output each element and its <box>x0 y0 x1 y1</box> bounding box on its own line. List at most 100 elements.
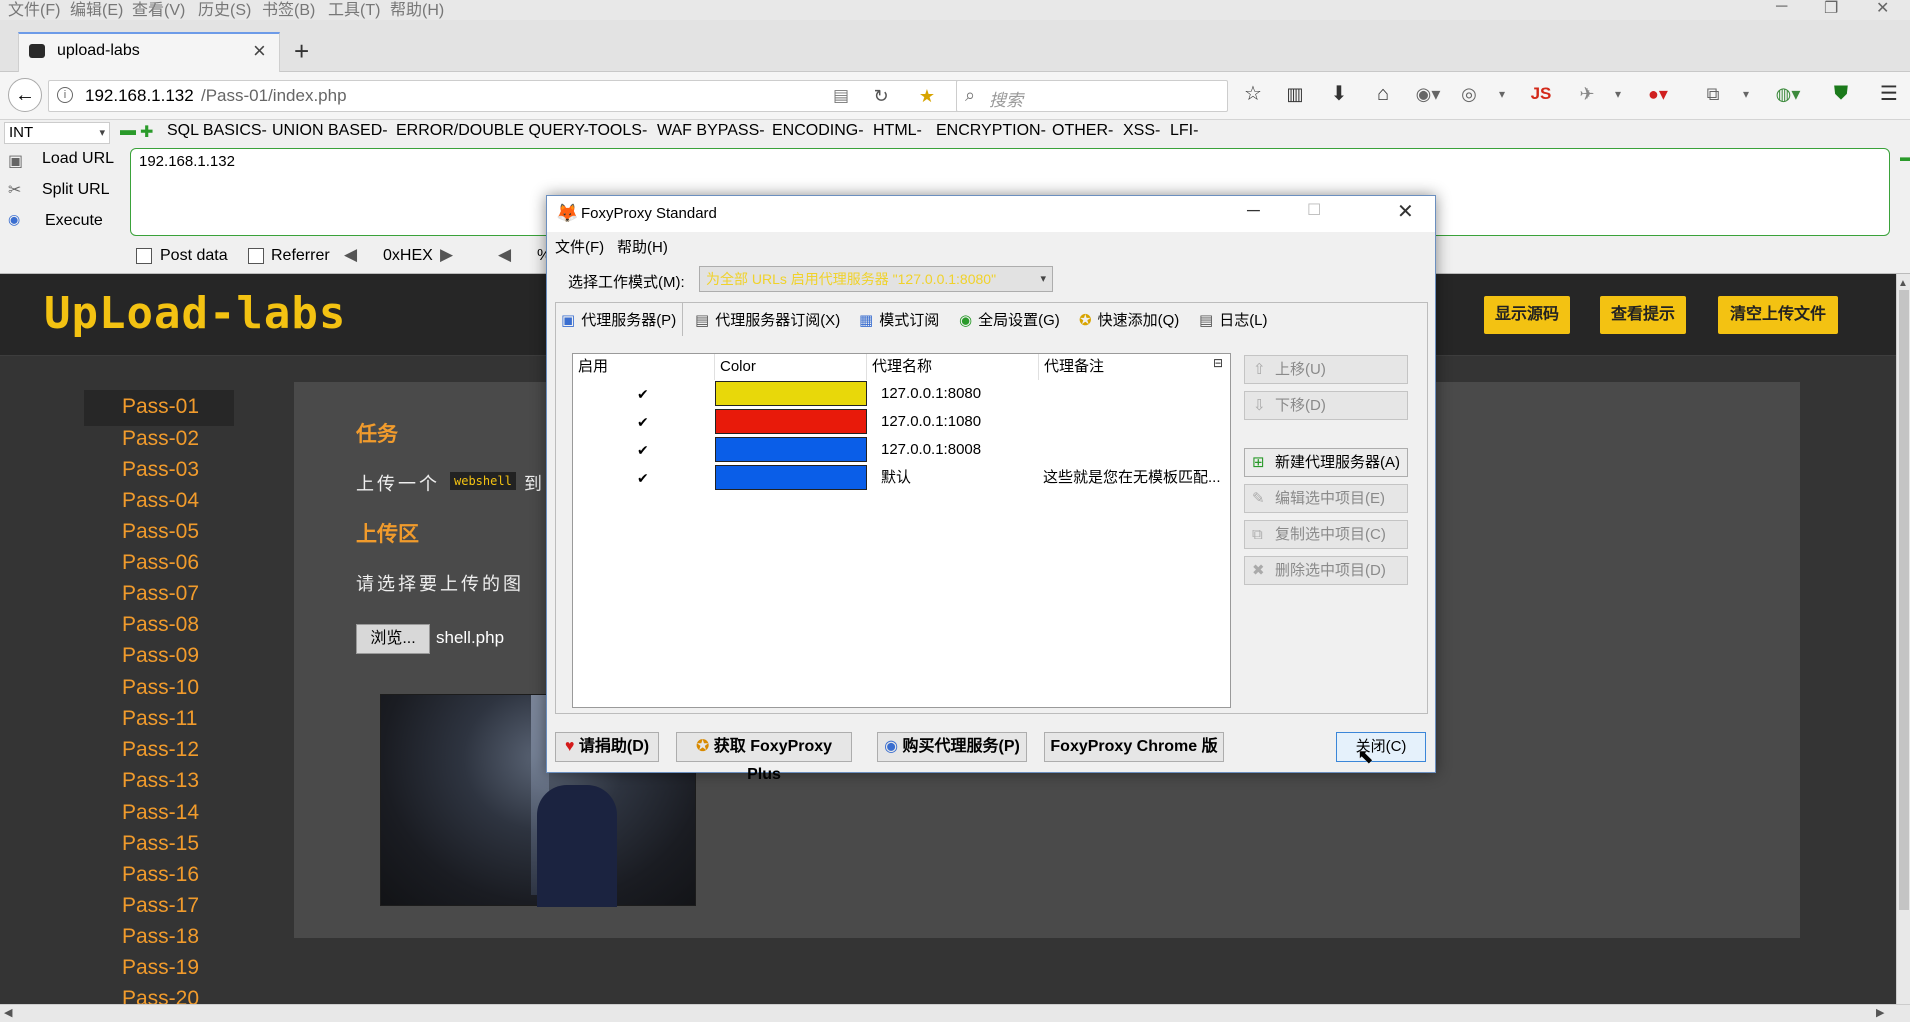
menu-encoding[interactable]: ENCODING- <box>772 122 864 140</box>
tab-pattern-subscriptions[interactable]: ▦ 模式订阅 <box>859 307 939 335</box>
dialog-close-icon[interactable]: ✕ <box>1397 199 1414 224</box>
menu-edit[interactable]: 编辑(E) <box>70 0 123 20</box>
pass-link[interactable]: Pass-10 <box>84 673 234 703</box>
execute-button[interactable]: Execute <box>45 212 103 230</box>
back-icon[interactable]: ← <box>8 78 42 112</box>
menu-xss[interactable]: XSS- <box>1123 122 1160 140</box>
pass-link[interactable]: Pass-19 <box>84 953 234 983</box>
palette-icon[interactable]: ◎ <box>1456 83 1482 105</box>
tab-proxy-subscriptions[interactable]: ▤ 代理服务器订阅(X) <box>695 307 840 335</box>
enabled-check[interactable]: ✔ <box>637 408 649 436</box>
pass-link[interactable]: Pass-18 <box>84 922 234 952</box>
menu-encryption[interactable]: ENCRYPTION- <box>936 122 1046 140</box>
search-input[interactable]: ⌕ 搜索 <box>956 80 1228 112</box>
pass-link[interactable]: Pass-17 <box>84 891 234 921</box>
bookmark-icon[interactable]: ☆ <box>1240 83 1266 105</box>
chrome-version-button[interactable]: FoxyProxy Chrome 版 <box>1044 732 1224 762</box>
proxy-row[interactable]: ✔ 127.0.0.1:8008 <box>573 436 1230 464</box>
menu-union-based[interactable]: UNION BASED- <box>272 122 388 140</box>
dialog-menu-help[interactable]: 帮助(H) <box>617 236 668 257</box>
column-note[interactable]: 代理备注 <box>1039 354 1209 380</box>
post-data-checkbox[interactable] <box>136 248 152 264</box>
site-logo[interactable]: UpLoad-labs <box>44 288 346 339</box>
hackbar-type-select[interactable]: INT ▾ <box>4 122 110 144</box>
bug-icon[interactable]: ✈ <box>1574 83 1600 105</box>
horizontal-scrollbar[interactable]: ◀ ▶ <box>0 1004 1910 1022</box>
pass-link[interactable]: Pass-07 <box>84 579 234 609</box>
browse-button[interactable]: 浏览... <box>356 624 430 654</box>
split-url-button[interactable]: Split URL <box>42 181 110 199</box>
column-color[interactable]: Color <box>715 354 867 380</box>
menu-other[interactable]: OTHER- <box>1052 122 1113 140</box>
shield-icon[interactable]: ⛊ <box>1828 83 1854 105</box>
menu-file[interactable]: 文件(F) <box>8 0 60 20</box>
arrow-left-icon[interactable]: ◀ <box>344 245 357 265</box>
pass-link[interactable]: Pass-20 <box>84 984 234 1004</box>
restore-icon[interactable]: ❐ <box>1824 0 1838 18</box>
enabled-check[interactable]: ✔ <box>637 436 649 464</box>
reader-icon[interactable]: ▤ <box>829 85 853 107</box>
menu-tools[interactable]: TOOLS- <box>588 122 647 140</box>
mode-select[interactable]: 为全部 URLs 启用代理服务器 "127.0.0.1:8080" ▾ <box>699 266 1053 292</box>
pass-link[interactable]: Pass-15 <box>84 829 234 859</box>
pass-link[interactable]: Pass-06 <box>84 548 234 578</box>
tab-global-settings[interactable]: ◉ 全局设置(G) <box>959 307 1060 335</box>
menu-error-double-query[interactable]: ERROR/DOUBLE QUERY- <box>396 122 589 140</box>
enabled-check[interactable]: ✔ <box>637 464 649 492</box>
menu-lfi[interactable]: LFI- <box>1170 122 1198 140</box>
menu-waf-bypass[interactable]: WAF BYPASS- <box>657 122 765 140</box>
referrer-checkbox[interactable] <box>248 248 264 264</box>
tab-quick-add[interactable]: ✪ 快速添加(Q) <box>1079 307 1179 335</box>
translate-icon[interactable]: ◍▾ <box>1770 83 1806 105</box>
globe-icon[interactable]: ◉▾ <box>1410 83 1446 105</box>
new-tab-icon[interactable]: + <box>294 36 309 67</box>
js-badge[interactable]: JS <box>1526 83 1556 105</box>
reload-icon[interactable]: ↻ <box>869 85 893 107</box>
minimize-icon[interactable]: ─ <box>1776 0 1787 16</box>
pass-link[interactable]: Pass-14 <box>84 798 234 828</box>
proxy-row[interactable]: ✔ 默认 这些就是您在无模板匹配... <box>573 464 1230 492</box>
new-proxy-button[interactable]: ⊞ 新建代理服务器(A) <box>1244 448 1408 477</box>
pass-link[interactable]: Pass-11 <box>84 704 234 734</box>
dropdown-icon[interactable]: ▾ <box>1738 83 1754 105</box>
enabled-check[interactable]: ✔ <box>637 380 649 408</box>
download-icon[interactable]: ⬇ <box>1326 83 1352 105</box>
pass-link[interactable]: Pass-01 <box>84 392 234 422</box>
arrow-right-icon[interactable]: ▶ <box>440 245 453 265</box>
pass-link[interactable]: Pass-09 <box>84 641 234 671</box>
column-enabled[interactable]: 启用 <box>573 354 715 380</box>
dialog-titlebar[interactable]: 🦊 FoxyProxy Standard ─ ☐ ✕ <box>547 196 1435 232</box>
show-source-button[interactable]: 显示源码 <box>1484 296 1570 334</box>
pass-link[interactable]: Pass-13 <box>84 766 234 796</box>
menu-tools[interactable]: 工具(T) <box>328 0 380 20</box>
scrollbar-thumb[interactable] <box>1899 290 1909 910</box>
pass-link[interactable]: Pass-16 <box>84 860 234 890</box>
vertical-scrollbar[interactable]: ▲ <box>1896 274 1910 1004</box>
url-bar[interactable]: i 192.168.1.132 /Pass-01/index.php ▤ ↻ ★ <box>48 80 968 112</box>
donate-button[interactable]: ♥ 请捐助(D) <box>555 732 659 762</box>
close-button[interactable]: 关闭(C) <box>1336 732 1426 762</box>
column-name[interactable]: 代理名称 <box>867 354 1039 380</box>
dialog-menu-file[interactable]: 文件(F) <box>555 236 604 257</box>
decrease-icon[interactable]: ▬ <box>120 122 136 140</box>
hamburger-menu-icon[interactable]: ☰ <box>1876 83 1902 105</box>
proxy-row[interactable]: ✔ 127.0.0.1:1080 <box>573 408 1230 436</box>
proxy-row[interactable]: ✔ 127.0.0.1:8080 <box>573 380 1230 408</box>
foxyproxy-icon[interactable]: ●▾ <box>1640 83 1676 105</box>
get-plus-button[interactable]: ✪ 获取 FoxyProxy Plus <box>676 732 852 783</box>
menu-view[interactable]: 查看(V) <box>132 0 185 20</box>
tab-upload-labs[interactable]: upload-labs × <box>18 32 280 72</box>
tab-proxies[interactable]: ▣ 代理服务器(P) <box>561 307 676 335</box>
increase-icon[interactable]: ✚ <box>140 122 153 142</box>
arrow-left-icon[interactable]: ◀ <box>498 245 511 265</box>
info-icon[interactable]: i <box>57 87 73 103</box>
clear-uploads-button[interactable]: 清空上传文件 <box>1718 296 1838 334</box>
buy-proxy-button[interactable]: ◉ 购买代理服务(P) <box>877 732 1027 762</box>
close-window-icon[interactable]: ✕ <box>1876 0 1889 18</box>
menu-help[interactable]: 帮助(H) <box>390 0 444 20</box>
share-icon[interactable]: ⧉ <box>1700 83 1726 105</box>
home-icon[interactable]: ⌂ <box>1370 83 1396 105</box>
dropdown-icon[interactable]: ▾ <box>1494 83 1510 105</box>
menu-html[interactable]: HTML- <box>873 122 922 140</box>
pass-link[interactable]: Pass-12 <box>84 735 234 765</box>
